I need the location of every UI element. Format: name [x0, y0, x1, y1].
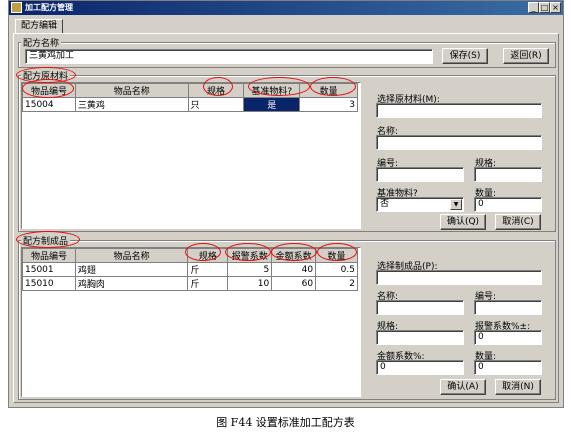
product-amount-input[interactable]: 0 — [376, 360, 464, 375]
cell-alarm[interactable]: 10 — [227, 276, 273, 291]
cell-name[interactable]: 三黄鸡 — [74, 97, 189, 112]
chevron-down-icon[interactable]: ▼ — [450, 199, 462, 210]
cell-amount[interactable]: 60 — [271, 276, 317, 291]
products-table: 物品编号 物品名称 规格 报警系数 金额系数 数量 15001 鸡翅 斤 5 4… — [22, 248, 358, 291]
materials-table: 物品编号 物品名称 规格 基准物料? 数量 15004 三黄鸡 只 是 3 — [22, 83, 358, 112]
cell-name[interactable]: 鸡翅 — [74, 262, 189, 277]
product-qty-input[interactable]: 0 — [474, 360, 542, 375]
minimize-button[interactable]: _ — [528, 2, 539, 13]
materials-grid[interactable]: 物品编号 物品名称 规格 基准物料? 数量 15004 三黄鸡 只 是 3 — [21, 77, 361, 229]
main-window: 加工配方管理 _ □ × 配方编辑 配方名称 三黄鸡加工 保存(S) 返回(R)… — [8, 0, 564, 408]
select-material-input[interactable] — [376, 103, 542, 118]
cell-spec[interactable]: 斤 — [187, 262, 229, 277]
col-header-name[interactable]: 物品名称 — [74, 248, 189, 263]
table-row[interactable]: 15001 鸡翅 斤 5 40 0.5 — [22, 262, 358, 277]
table-row[interactable]: 15010 鸡胸肉 斤 10 60 2 — [22, 276, 358, 291]
material-qty-input[interactable]: 0 — [474, 197, 542, 212]
material-cancel-button[interactable]: 取消(C) — [495, 214, 541, 230]
col-header-spec[interactable]: 规格 — [187, 248, 229, 263]
cell-code[interactable]: 15010 — [22, 276, 76, 291]
cell-qty[interactable]: 0.5 — [315, 262, 358, 277]
col-header-code[interactable]: 物品编号 — [22, 248, 76, 263]
col-header-name[interactable]: 物品名称 — [74, 83, 189, 98]
cell-code[interactable]: 15001 — [22, 262, 76, 277]
cell-qty[interactable]: 3 — [299, 97, 358, 112]
products-group: 配方制成品 物品编号 物品名称 规格 报警系数 金额系数 数量 15001 鸡翅 — [18, 234, 556, 400]
product-spec-input[interactable] — [376, 330, 464, 345]
select-product-input[interactable] — [376, 270, 542, 285]
material-name-input[interactable] — [376, 135, 542, 150]
material-base-value: 否 — [380, 199, 390, 209]
window-title: 加工配方管理 — [25, 3, 73, 12]
product-name-input[interactable] — [376, 300, 464, 315]
recipe-name-label: 配方名称 — [21, 36, 62, 49]
col-header-alarm[interactable]: 报警系数 — [227, 248, 273, 263]
products-grid[interactable]: 物品编号 物品名称 规格 报警系数 金额系数 数量 15001 鸡翅 斤 5 4… — [21, 243, 361, 397]
col-header-spec[interactable]: 规格 — [187, 83, 245, 98]
cell-qty[interactable]: 2 — [315, 276, 358, 291]
col-header-amount[interactable]: 金额系数 — [271, 248, 317, 263]
products-group-label: 配方制成品 — [21, 234, 71, 247]
cell-spec[interactable]: 只 — [187, 97, 245, 112]
col-header-qty[interactable]: 数量 — [315, 248, 358, 263]
cell-alarm[interactable]: 5 — [227, 262, 273, 277]
col-header-qty[interactable]: 数量 — [299, 83, 358, 98]
recipe-name-group: 配方名称 三黄鸡加工 保存(S) 返回(R) — [18, 36, 556, 68]
material-base-select[interactable]: 否 ▼ — [376, 197, 464, 212]
maximize-button[interactable]: □ — [539, 2, 550, 13]
material-code-input[interactable] — [376, 167, 464, 182]
tab-panel: 配方名称 三黄鸡加工 保存(S) 返回(R) 配方原材料 物品编号 物品名称 规… — [13, 33, 559, 403]
cell-name[interactable]: 鸡胸肉 — [74, 276, 189, 291]
app-icon — [11, 2, 22, 13]
cell-amount[interactable]: 40 — [271, 262, 317, 277]
close-button[interactable]: × — [550, 2, 561, 13]
material-spec-input[interactable] — [474, 167, 542, 182]
cell-code[interactable]: 15004 — [22, 97, 76, 112]
materials-group-label: 配方原材料 — [21, 69, 71, 82]
title-bar[interactable]: 加工配方管理 _ □ × — [9, 1, 563, 15]
product-code-input[interactable] — [474, 300, 542, 315]
cell-base[interactable]: 是 — [243, 97, 301, 112]
recipe-name-input[interactable]: 三黄鸡加工 — [25, 49, 433, 64]
materials-header-row: 物品编号 物品名称 规格 基准物料? 数量 — [22, 83, 358, 98]
col-header-base[interactable]: 基准物料? — [243, 83, 301, 98]
back-button[interactable]: 返回(R) — [503, 48, 549, 64]
col-header-code[interactable]: 物品编号 — [22, 83, 76, 98]
figure-caption: 图 F44 设置标准加工配方表 — [216, 416, 355, 429]
material-confirm-button[interactable]: 确认(Q) — [440, 214, 486, 230]
save-button[interactable]: 保存(S) — [442, 48, 488, 64]
product-cancel-button[interactable]: 取消(N) — [495, 379, 541, 395]
product-confirm-button[interactable]: 确认(A) — [440, 379, 486, 395]
product-alarm-input[interactable]: 0 — [474, 330, 542, 345]
materials-group: 配方原材料 物品编号 物品名称 规格 基准物料? 数量 15004 三黄鸡 只 — [18, 69, 556, 232]
tab-recipe-edit[interactable]: 配方编辑 — [15, 19, 63, 34]
cell-spec[interactable]: 斤 — [187, 276, 229, 291]
table-row[interactable]: 15004 三黄鸡 只 是 3 — [22, 97, 358, 112]
products-header-row: 物品编号 物品名称 规格 报警系数 金额系数 数量 — [22, 248, 358, 263]
